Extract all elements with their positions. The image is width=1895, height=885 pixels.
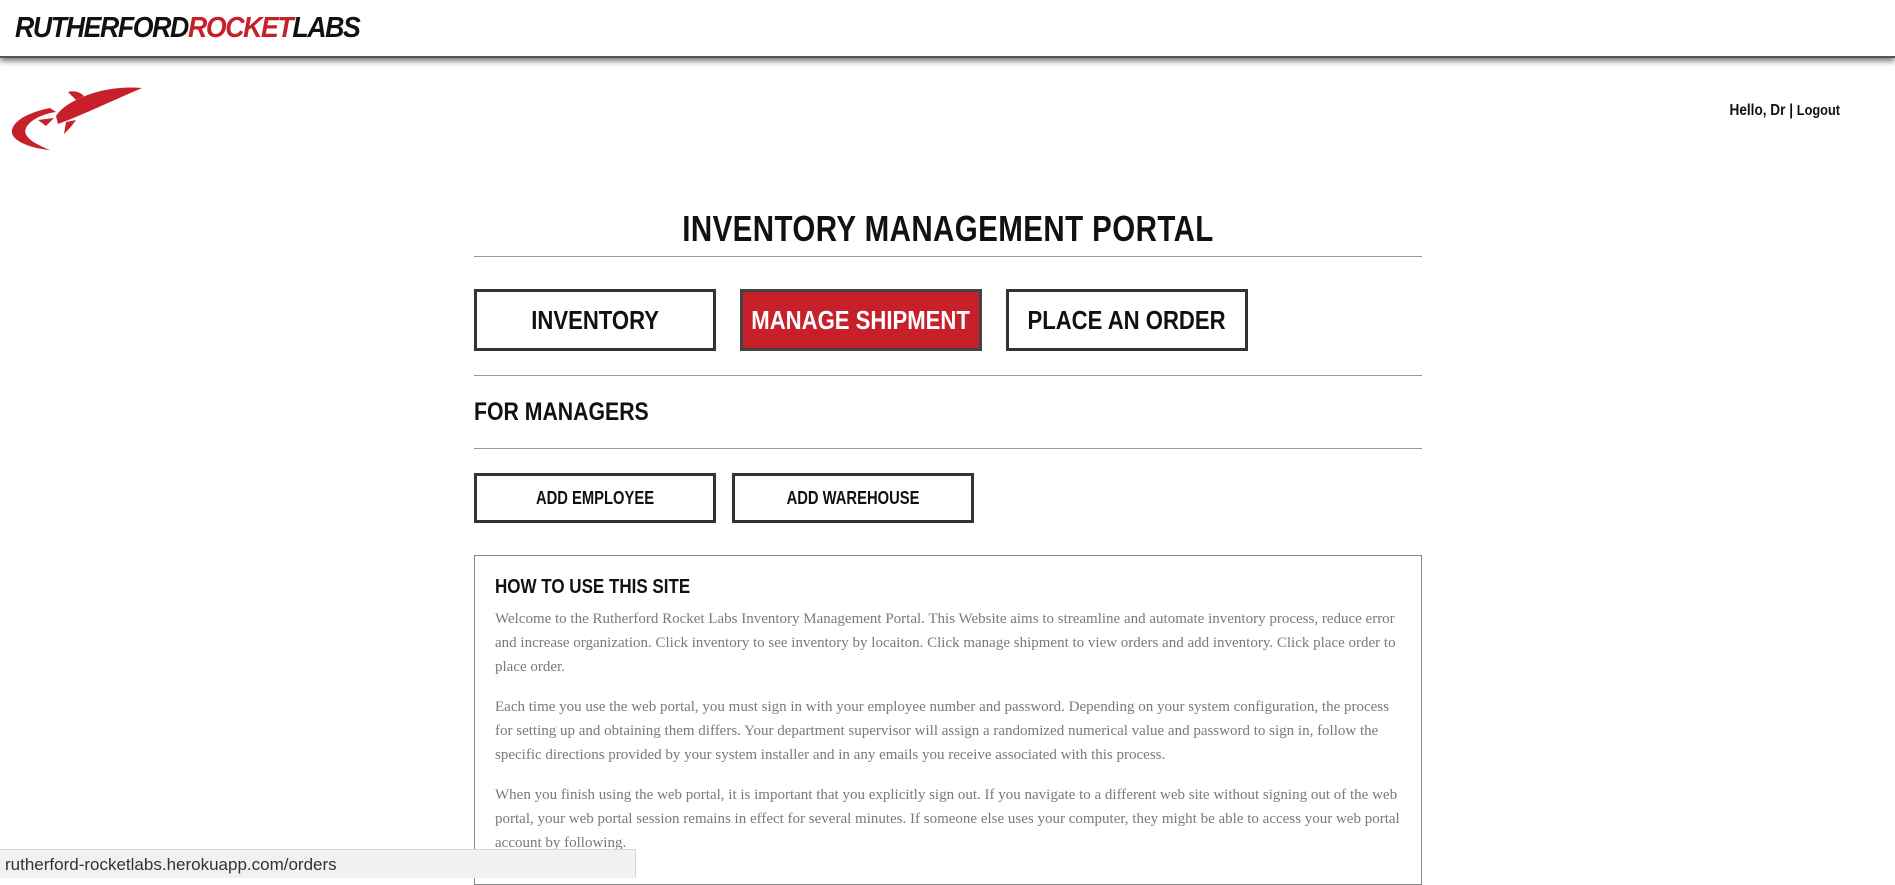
primary-nav: INVENTORY MANAGE SHIPMENT PLACE AN ORDER xyxy=(474,289,1422,351)
inventory-button-label: INVENTORY xyxy=(531,305,659,336)
add-warehouse-button[interactable]: ADD WAREHOUSE xyxy=(732,473,974,523)
divider xyxy=(474,448,1422,449)
rocket-icon[interactable] xyxy=(10,80,146,152)
help-panel: HOW TO USE THIS SITE Welcome to the Ruth… xyxy=(474,555,1422,885)
brand-part-rocket: ROCKET xyxy=(188,12,292,44)
add-employee-button-label: ADD EMPLOYEE xyxy=(536,488,654,509)
divider xyxy=(474,256,1422,257)
help-paragraph: Welcome to the Rutherford Rocket Labs In… xyxy=(495,607,1401,679)
brand-part-labs: LABS xyxy=(292,12,359,44)
manager-actions: ADD EMPLOYEE ADD WAREHOUSE xyxy=(474,473,1422,523)
managers-heading: FOR MANAGERS xyxy=(474,376,1280,448)
user-greeting: Hello, Dr | xyxy=(1730,102,1794,119)
place-order-button[interactable]: PLACE AN ORDER xyxy=(1006,289,1248,351)
top-navbar: RUTHERFORDROCKETLABS xyxy=(0,0,1895,58)
help-title: HOW TO USE THIS SITE xyxy=(495,576,1265,599)
logout-link[interactable]: Logout xyxy=(1797,102,1840,119)
manage-shipment-button[interactable]: MANAGE SHIPMENT xyxy=(740,289,982,351)
inventory-button[interactable]: INVENTORY xyxy=(474,289,716,351)
brand-part-rutherford: RUTHERFORD xyxy=(15,12,188,44)
status-url: rutherford-rocketlabs.herokuapp.com/orde… xyxy=(5,855,337,874)
browser-status-bar: rutherford-rocketlabs.herokuapp.com/orde… xyxy=(0,849,636,878)
main-content: INVENTORY MANAGEMENT PORTAL INVENTORY MA… xyxy=(474,190,1422,885)
brand-wordmark[interactable]: RUTHERFORDROCKETLABS xyxy=(15,14,359,43)
add-employee-button[interactable]: ADD EMPLOYEE xyxy=(474,473,716,523)
user-menu: Hello, Dr | Logout xyxy=(1730,102,1840,120)
manage-shipment-button-label: MANAGE SHIPMENT xyxy=(752,305,971,336)
place-order-button-label: PLACE AN ORDER xyxy=(1028,305,1226,336)
add-warehouse-button-label: ADD WAREHOUSE xyxy=(787,488,920,509)
help-paragraph: When you finish using the web portal, it… xyxy=(495,783,1401,855)
help-paragraph: Each time you use the web portal, you mu… xyxy=(495,695,1401,767)
page-title: INVENTORY MANAGEMENT PORTAL xyxy=(559,202,1336,256)
